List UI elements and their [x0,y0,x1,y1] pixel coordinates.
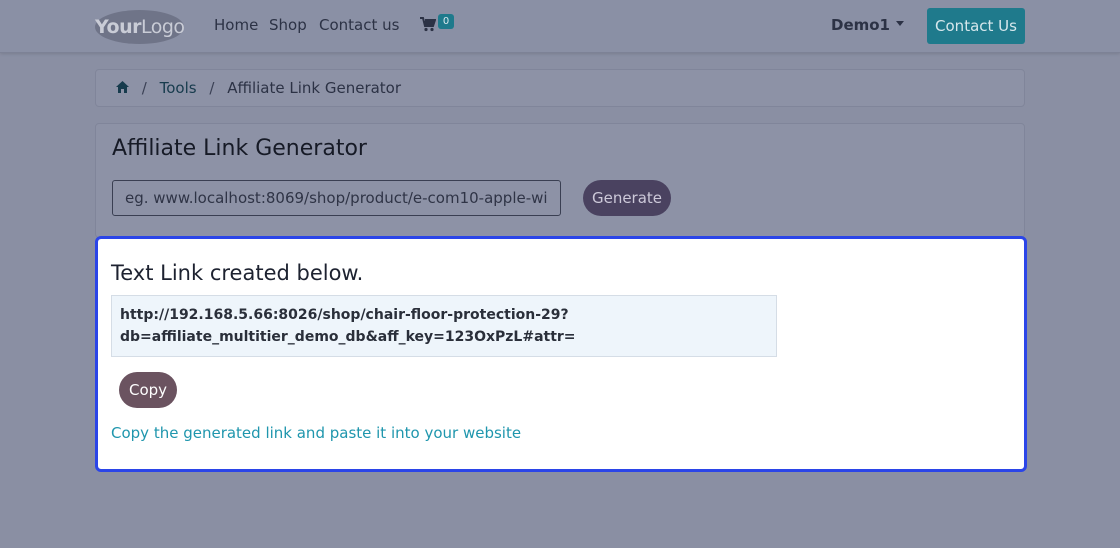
generated-link-line-2: db=affiliate_multitier_demo_db&aff_key=1… [120,329,576,345]
home-icon[interactable] [116,80,129,93]
nav-shop-link[interactable]: Shop [269,16,307,34]
contact-us-button[interactable]: Contact Us [927,8,1025,44]
cart-icon[interactable] [420,16,436,32]
nav-contact-link[interactable]: Contact us [319,16,399,34]
breadcrumb-current: Affiliate Link Generator [227,79,402,97]
logo-text-bold: Your [95,16,141,38]
breadcrumb-separator: / [141,79,147,97]
nav-home-link[interactable]: Home [214,16,258,34]
result-title: Text Link created below. [111,261,364,285]
breadcrumb-tools-link[interactable]: Tools [160,79,197,97]
logo-text: Logo [140,16,185,38]
user-menu[interactable]: Demo1 [831,16,904,34]
generate-button[interactable]: Generate [583,180,671,216]
breadcrumb: / Tools / Affiliate Link Generator [95,69,1025,107]
chevron-down-icon [896,21,904,26]
company-logo[interactable]: YourLogo [95,10,185,44]
result-panel: Text Link created below. http://192.168.… [95,236,1027,472]
navbar: YourLogo Home Shop Contact us 0 Demo1 Co… [0,0,1120,53]
cart-count-badge: 0 [438,14,454,29]
generator-card: Affiliate Link Generator Generate [95,123,1025,238]
copy-hint-text: Copy the generated link and paste it int… [111,424,522,442]
page-title: Affiliate Link Generator [112,136,367,161]
product-url-input[interactable] [112,180,561,216]
breadcrumb-separator: / [209,79,215,97]
generated-link-line-1: http://192.168.5.66:8026/shop/chair-floo… [120,307,569,323]
user-name: Demo1 [831,16,890,34]
generated-link-box[interactable]: http://192.168.5.66:8026/shop/chair-floo… [111,295,777,357]
copy-button[interactable]: Copy [119,372,177,408]
